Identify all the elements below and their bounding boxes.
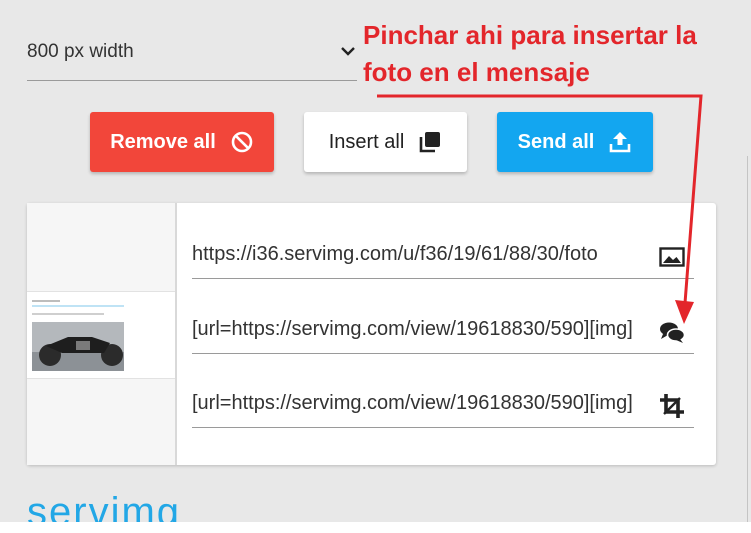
insert-all-label: Insert all	[328, 130, 405, 153]
uploaded-image-card: https://i36.servimg.com/u/f36/19/61/88/3…	[27, 203, 716, 465]
servimg-logo: servimg	[27, 490, 182, 522]
chevron-down-icon	[341, 47, 355, 56]
annotation-text: Pinchar ahi para insertar la foto en el …	[363, 17, 743, 91]
thumbnail-column	[27, 203, 177, 465]
send-all-button[interactable]: Send all	[497, 112, 653, 172]
insert-all-button[interactable]: Insert all	[304, 112, 467, 172]
block-icon	[231, 131, 253, 153]
forum-code-field[interactable]: [url=https://servimg.com/view/19618830/5…	[192, 318, 634, 341]
send-all-label: Send all	[517, 130, 595, 153]
thumbnail-photo	[32, 322, 124, 371]
image-icon[interactable]	[658, 243, 686, 271]
remove-all-label: Remove all	[110, 130, 216, 153]
direct-link-field[interactable]: https://i36.servimg.com/u/f36/19/61/88/3…	[192, 243, 634, 266]
remove-all-button[interactable]: Remove all	[90, 112, 274, 172]
annotation-line-1: Pinchar ahi para insertar la	[363, 20, 697, 50]
image-thumbnail[interactable]	[27, 291, 175, 379]
upload-icon	[610, 132, 631, 153]
copy-stack-icon	[419, 132, 441, 153]
crop-icon[interactable]	[658, 392, 686, 420]
scrollbar-track[interactable]	[747, 156, 748, 522]
direct-link-row[interactable]: https://i36.servimg.com/u/f36/19/61/88/3…	[192, 221, 694, 279]
image-size-value: 800 px width	[27, 41, 134, 62]
image-size-select[interactable]: 800 px width	[27, 30, 357, 81]
chat-bubbles-icon[interactable]	[658, 318, 686, 346]
forum-code-row[interactable]: [url=https://servimg.com/view/19618830/5…	[192, 296, 694, 354]
thumbnail-code-row[interactable]: [url=https://servimg.com/view/19618830/5…	[192, 370, 694, 428]
thumbnail-code-field[interactable]: [url=https://servimg.com/view/19618830/5…	[192, 392, 634, 415]
annotation-line-2: foto en el mensaje	[363, 57, 590, 87]
